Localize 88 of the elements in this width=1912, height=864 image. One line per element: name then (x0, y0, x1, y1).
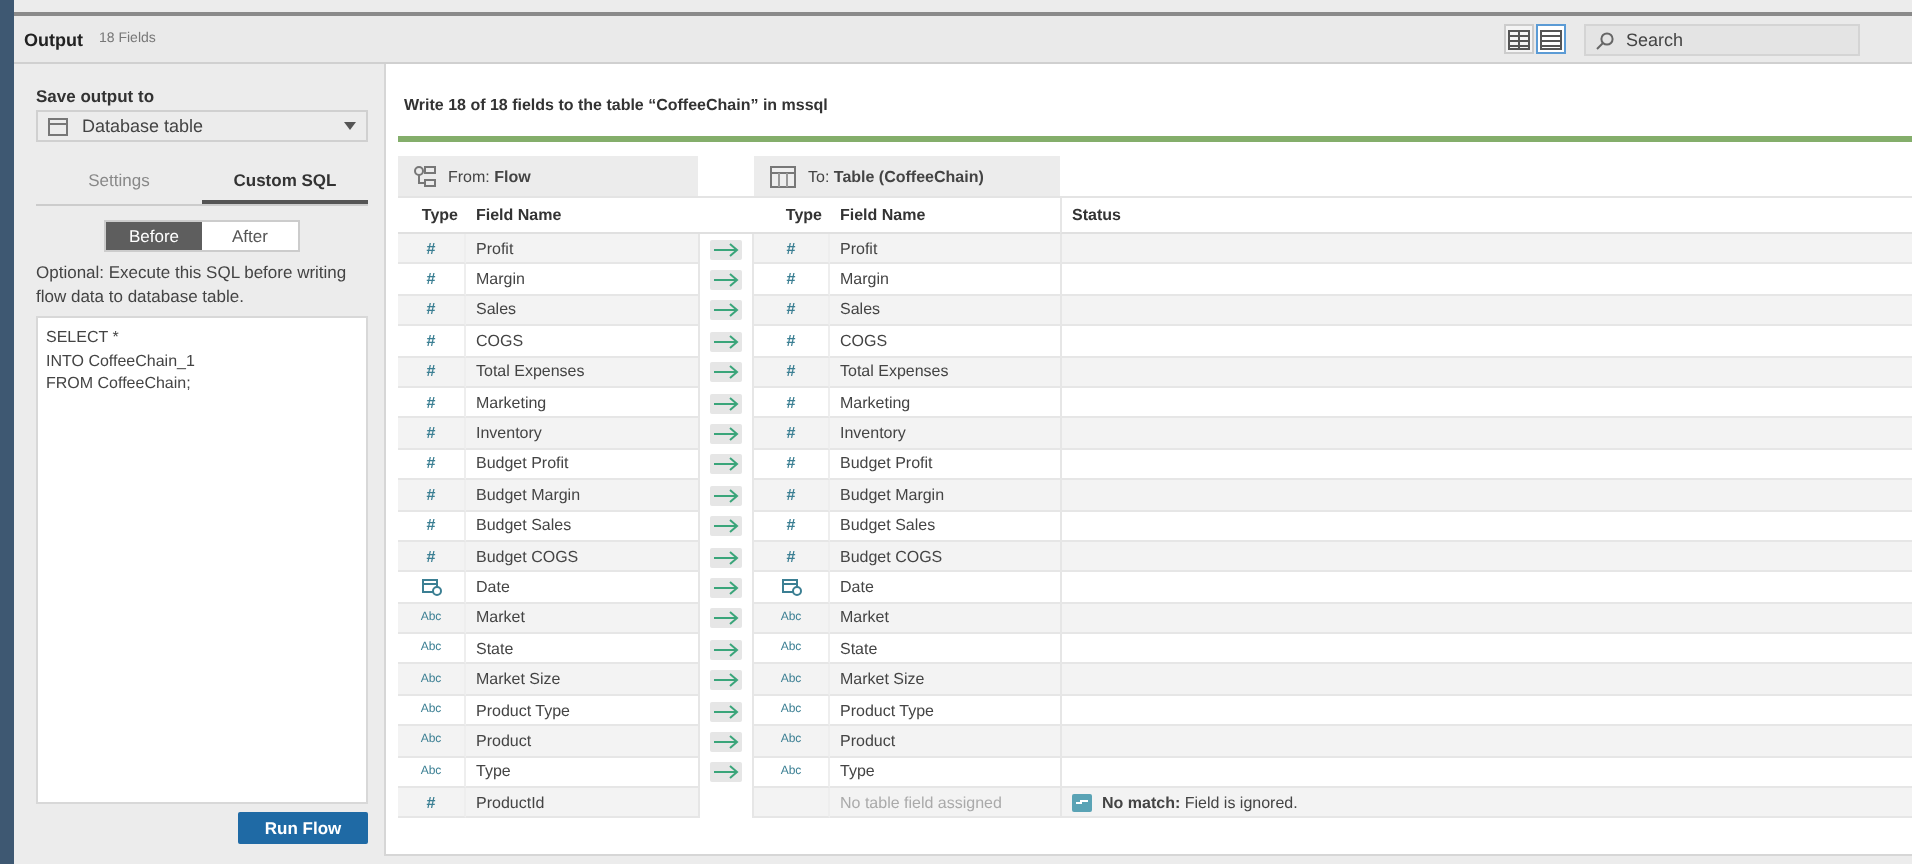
target-title: To: Table (CoffeeChain) (808, 167, 984, 185)
sidebar-tab[interactable]: Custom SQL (202, 160, 368, 204)
arrow-icon[interactable] (710, 516, 742, 537)
field-name-cell: Budget Margin (830, 480, 1060, 512)
arrow-icon[interactable] (710, 270, 742, 291)
hint-text: Optional: Execute this SQL before writing flow data to database table. (36, 260, 349, 308)
arrow-icon[interactable] (710, 608, 742, 629)
type-label: # (426, 547, 436, 566)
source-title: From: Flow (448, 167, 531, 185)
run-flow-button[interactable]: Run Flow (238, 812, 368, 844)
calendar-icon (421, 577, 441, 596)
field-name-cell: Market (830, 603, 1060, 635)
field-name-cell: Sales (466, 295, 698, 327)
type-label: # (426, 485, 436, 504)
type-label: # (786, 270, 796, 289)
arrow-icon[interactable] (710, 639, 742, 660)
arrow-icon[interactable] (710, 454, 742, 475)
arrow-icon[interactable] (710, 670, 742, 691)
field-name-cell: Market Size (830, 664, 1060, 696)
type-label: # (426, 331, 436, 350)
field-name-cell: Market (466, 603, 698, 635)
search-icon (1596, 31, 1614, 49)
arrow-icon[interactable] (710, 731, 742, 752)
warning-icon (1072, 793, 1092, 812)
type-label: # (426, 516, 436, 535)
type-label: # (426, 424, 436, 443)
type-label: # (786, 331, 796, 350)
arrow-icon[interactable] (710, 701, 742, 722)
type-label: # (426, 300, 436, 319)
arrow-icon[interactable] (710, 424, 742, 445)
type-label: # (786, 393, 796, 412)
arrow-icon[interactable] (710, 362, 742, 383)
field-name-cell: Inventory (466, 418, 698, 450)
list-view-button[interactable] (1536, 24, 1566, 54)
type-label: # (426, 270, 436, 289)
arrow-icon[interactable] (710, 393, 742, 414)
field-name-cell: Sales (830, 295, 1060, 327)
field-name-cell: Total Expenses (466, 357, 698, 388)
field-name-cell: Product (830, 726, 1060, 758)
type-label: # (426, 454, 436, 473)
field-name-cell: ProductId (466, 788, 698, 819)
type-label: # (786, 547, 796, 566)
arrow-icon[interactable] (710, 547, 742, 568)
type-label: # (786, 239, 796, 258)
arrow-icon[interactable] (710, 239, 742, 260)
type-label: # (786, 424, 796, 443)
caret-icon (344, 122, 356, 130)
type-label: # (786, 516, 796, 535)
field-name-cell: Market Size (466, 664, 698, 696)
field-name-cell: Budget COGS (830, 541, 1060, 573)
table-icon (770, 165, 796, 187)
type-label: # (786, 362, 796, 381)
field-name-cell: Product (466, 726, 698, 758)
panel-title: Output (24, 29, 83, 49)
calendar-icon (781, 577, 801, 596)
type-label: # (426, 362, 436, 381)
field-name-cell: Profit (466, 234, 698, 265)
search-field[interactable]: Search (1584, 23, 1860, 55)
field-name-cell: Inventory (830, 418, 1060, 450)
type-label: # (786, 300, 796, 319)
field-name-cell: Budget Margin (466, 480, 698, 512)
flow-icon (414, 165, 436, 187)
sql-line: INTO CoffeeChain_1 (46, 349, 197, 372)
field-name-cell: Profit (830, 234, 1060, 265)
type-label: # (786, 454, 796, 473)
type-label: # (426, 393, 436, 412)
type-label: # (786, 485, 796, 504)
arrow-icon[interactable] (710, 485, 742, 506)
type-label: # (426, 239, 436, 258)
status-text: No match: Field is ignored. (1102, 793, 1298, 812)
arrow-icon[interactable] (710, 331, 742, 352)
sql-line: FROM CoffeeChain; (46, 372, 193, 395)
arrow-icon[interactable] (710, 762, 742, 783)
grid-view-button[interactable] (1504, 24, 1534, 54)
save-output-label: Save output to (36, 86, 157, 106)
sql-editor[interactable]: SELECT * INTO CoffeeChain_1 FROM CoffeeChain; (36, 316, 368, 804)
segment-button[interactable]: After (202, 222, 298, 250)
arrow-icon[interactable] (710, 300, 742, 321)
field-name-cell: Total Expenses (830, 357, 1060, 388)
summary-text: Write 18 of 18 fields to the table “CoffeeChain” in mssql (402, 94, 830, 118)
type-label: # (426, 793, 436, 812)
output-type-dropdown[interactable]: Database table (36, 110, 368, 142)
unassigned-note-cell: No table field assigned (830, 788, 1060, 819)
table-icon (48, 117, 68, 135)
arrow-icon[interactable] (710, 577, 742, 598)
segment-button[interactable]: Before (106, 222, 202, 250)
sql-line: SELECT * (46, 326, 121, 349)
field-name-cell: Budget COGS (466, 541, 698, 573)
